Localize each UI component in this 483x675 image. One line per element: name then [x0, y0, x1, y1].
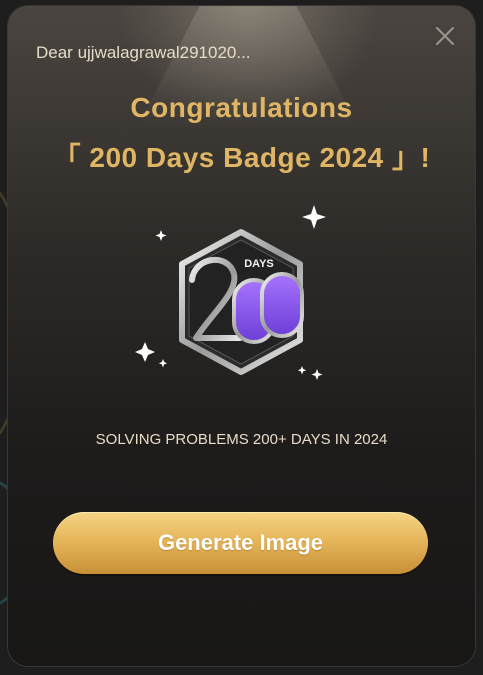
badge-illustration: DAYS — [8, 202, 475, 392]
close-icon — [436, 27, 454, 45]
badge-award-modal: Dear ujjwalagrawal291020... Congratulati… — [8, 6, 475, 666]
congratulations-title: Congratulations — [130, 92, 353, 123]
generate-image-button[interactable]: Generate Image — [53, 512, 428, 574]
greeting-text: Dear ujjwalagrawal291020... — [36, 43, 251, 62]
badge-name-title: 「 200 Days Badge 2024 」! — [52, 142, 431, 173]
badge-description: SOLVING PROBLEMS 200+ DAYS IN 2024 — [95, 431, 388, 448]
badge-days-label: DAYS — [244, 258, 274, 270]
close-button[interactable] — [433, 24, 457, 48]
200-days-badge-icon: DAYS — [179, 229, 304, 375]
